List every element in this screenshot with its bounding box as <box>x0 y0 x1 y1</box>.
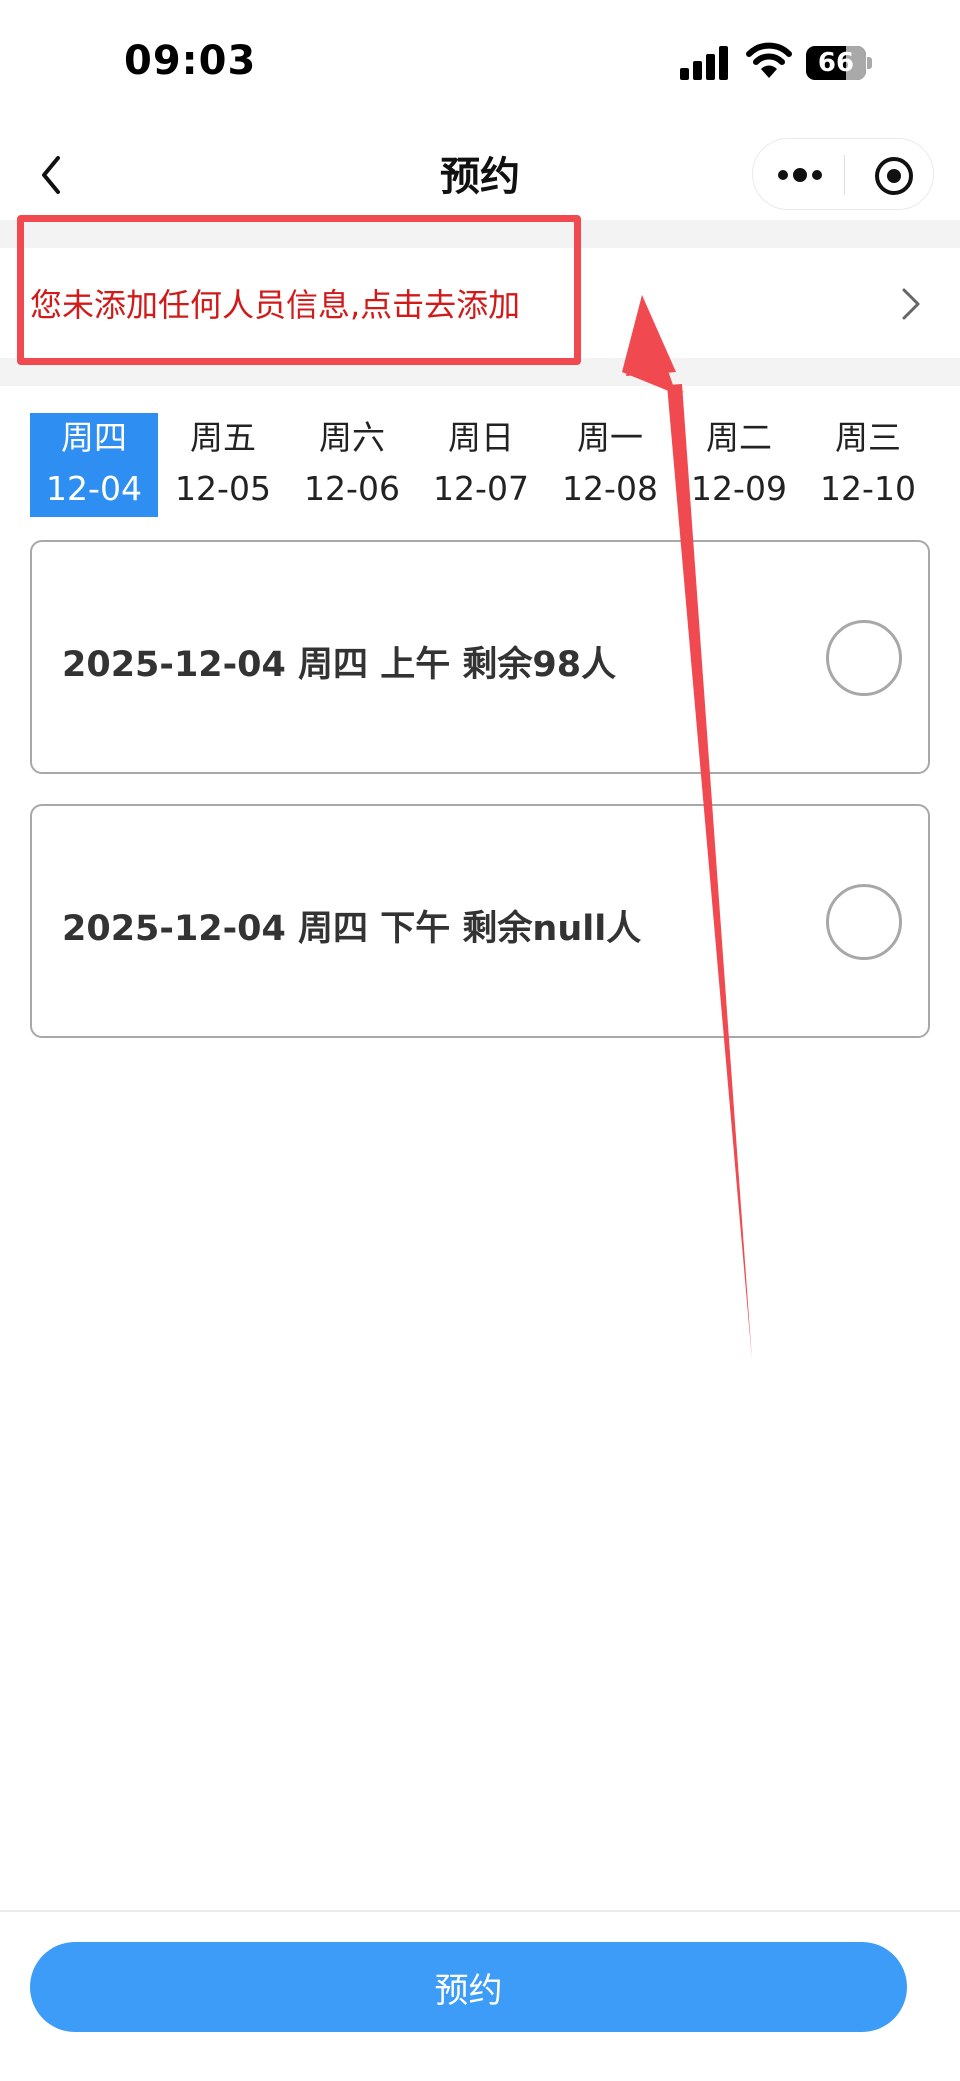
date-tab[interactable]: 周二 12-09 <box>675 413 803 517</box>
slot-label: 2025-12-04 周四 上午 剩余98人 <box>62 645 617 685</box>
date-tab-date: 12-09 <box>691 469 787 508</box>
nav-bar: 预约 <box>0 130 960 220</box>
date-tab[interactable]: 周一 12-08 <box>546 413 674 517</box>
slot-radio[interactable] <box>826 884 902 960</box>
status-bar: 09:03 66 <box>0 0 960 130</box>
date-tab-weekday: 周五 <box>190 418 256 457</box>
battery-icon: 66 <box>806 46 872 80</box>
date-tab-date: 12-05 <box>175 469 271 508</box>
battery-level: 66 <box>817 48 855 78</box>
date-tab[interactable]: 周五 12-05 <box>159 413 287 517</box>
target-icon[interactable] <box>873 155 915 197</box>
slot-label: 2025-12-04 周四 下午 剩余null人 <box>62 909 642 949</box>
date-tab-date: 12-04 <box>46 469 142 508</box>
wifi-icon <box>746 42 792 78</box>
date-tab-weekday: 周二 <box>706 418 772 457</box>
chevron-right-icon <box>902 288 920 320</box>
slot-card-afternoon[interactable]: 2025-12-04 周四 下午 剩余null人 <box>30 804 930 1038</box>
date-tabs: 周四 12-04 周五 12-05 周六 12-06 周日 12-07 周一 1… <box>30 413 934 517</box>
date-tab-weekday: 周三 <box>835 418 901 457</box>
date-tab-weekday: 周六 <box>319 418 385 457</box>
submit-appointment-button[interactable]: 预约 <box>30 1942 907 2032</box>
date-tab-weekday: 周一 <box>577 418 643 457</box>
status-time: 09:03 <box>124 38 257 84</box>
capsule-divider <box>844 155 845 195</box>
date-tab-weekday: 周四 <box>61 418 127 457</box>
date-tab[interactable]: 周日 12-07 <box>417 413 545 517</box>
date-tab[interactable]: 周六 12-06 <box>288 413 416 517</box>
signal-icon <box>680 46 730 80</box>
date-tab-date: 12-10 <box>820 469 916 508</box>
date-tab-date: 12-08 <box>562 469 658 508</box>
date-tab[interactable]: 周四 12-04 <box>30 413 158 517</box>
slot-card-morning[interactable]: 2025-12-04 周四 上午 剩余98人 <box>30 540 930 774</box>
annotation-highlight-box <box>17 215 581 365</box>
more-icon[interactable] <box>775 163 825 187</box>
date-tab-date: 12-07 <box>433 469 529 508</box>
bottom-divider <box>0 1910 960 1912</box>
date-tab-date: 12-06 <box>304 469 400 508</box>
slot-radio[interactable] <box>826 620 902 696</box>
mini-program-capsule <box>752 138 934 210</box>
date-tab-weekday: 周日 <box>448 418 514 457</box>
date-tab[interactable]: 周三 12-10 <box>804 413 932 517</box>
